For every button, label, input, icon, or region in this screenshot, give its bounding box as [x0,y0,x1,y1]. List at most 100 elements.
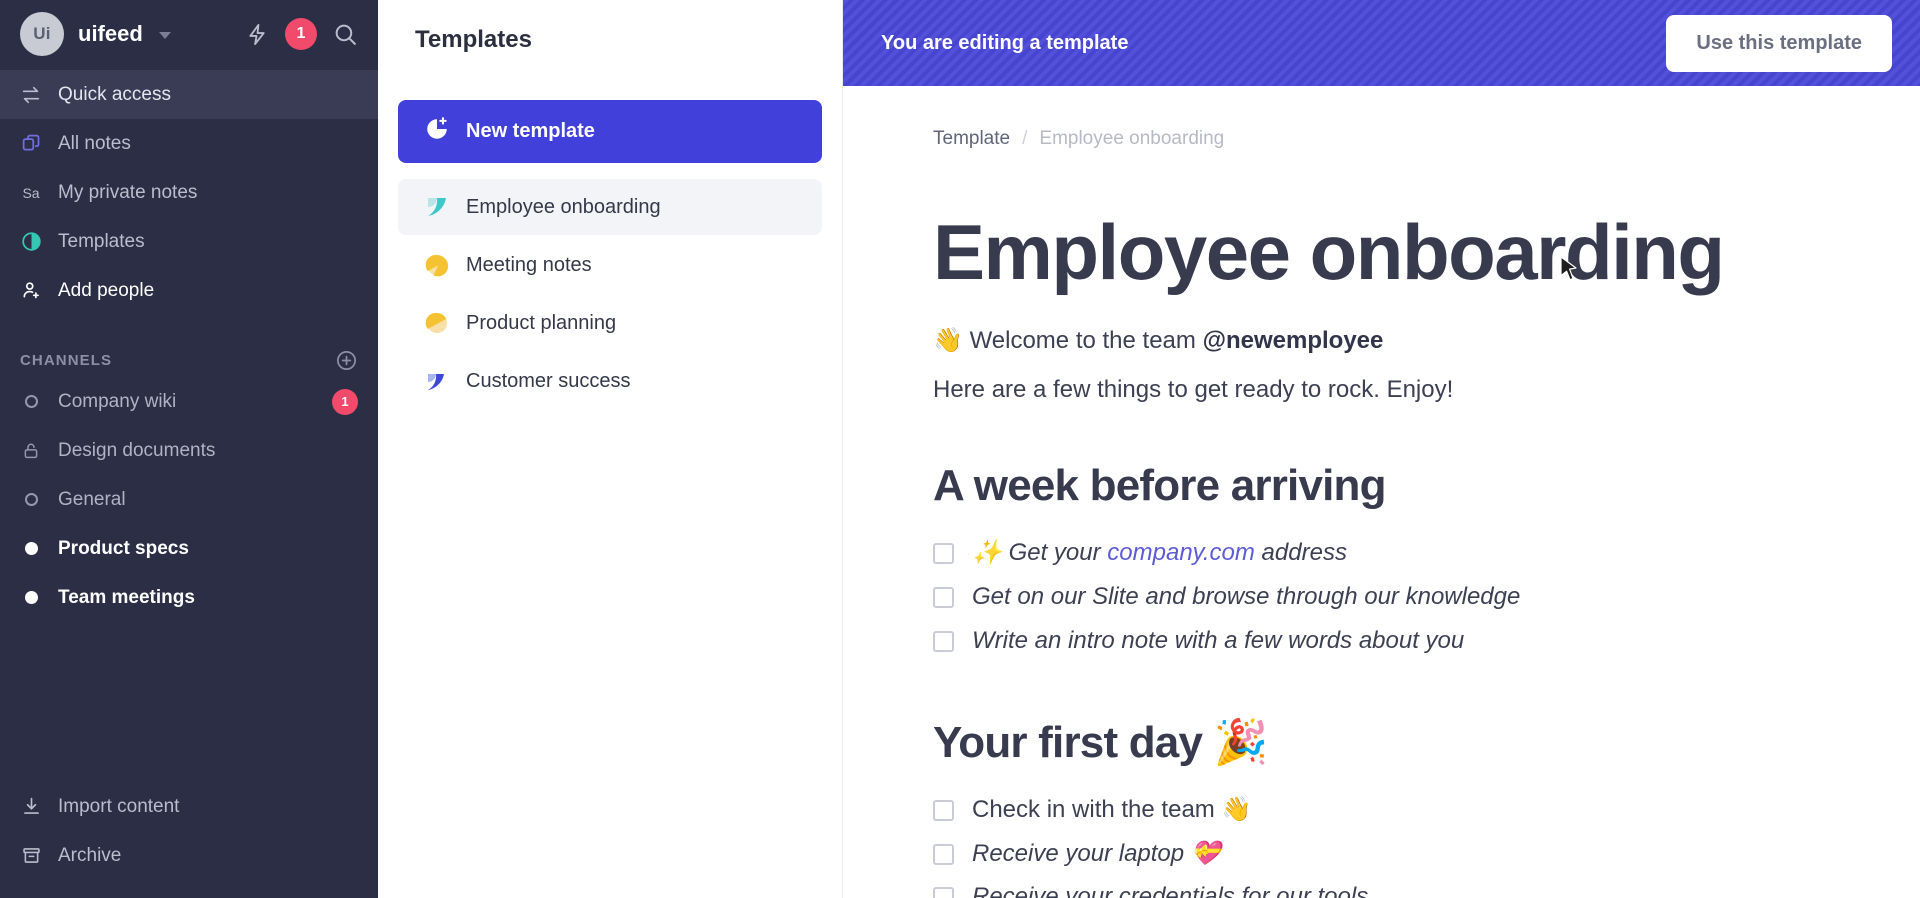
sidebar-item-label: Import content [58,795,180,817]
sidebar-item-archive[interactable]: Archive [0,831,378,880]
checkbox[interactable] [933,543,954,565]
sidebar-channel-product-specs[interactable]: Product specs [0,524,378,573]
half-circle-icon [20,231,42,253]
checklist-item[interactable]: ✨ Get your company.com address [933,531,1860,575]
sidebar-item-label: My private notes [58,181,198,203]
checklist-first-day: Check in with the team 👋 Receive your la… [933,788,1860,898]
checkbox[interactable] [933,630,954,652]
template-item-product-planning[interactable]: Product planning [398,295,822,351]
use-this-template-button[interactable]: Use this template [1666,14,1892,72]
channel-unread-badge: 1 [332,388,358,415]
sidebar-item-label: All notes [58,132,131,154]
checkbox[interactable] [933,800,954,822]
search-icon[interactable] [333,22,358,47]
text-badge-label: Sa [22,184,40,201]
template-item-employee-onboarding[interactable]: Employee onboarding [398,179,822,235]
new-template-icon [424,116,450,148]
sidebar-item-my-private-notes[interactable]: Sa My private notes [0,168,378,217]
circle-outline-icon [20,391,42,413]
page-title[interactable]: Employee onboarding [933,211,1860,294]
checklist-item[interactable]: Receive your credentials for our tools [933,875,1860,898]
text-badge-icon: Sa [20,182,42,204]
sidebar: Ui uifeed 1 Quick access All notes Sa My… [0,0,378,898]
breadcrumb: Template / Employee onboarding [933,128,1860,150]
app-root: Ui uifeed 1 Quick access All notes Sa My… [0,0,1920,898]
circle-outline-icon [20,489,42,511]
intro-text: Welcome to the team [969,326,1203,354]
checklist-item[interactable]: Write an intro note with a few words abo… [933,619,1860,663]
checklist-item-text: Get on our Slite and browse through our … [972,583,1521,611]
plus-circle-icon[interactable] [335,349,358,372]
template-item-label: Customer success [466,369,631,392]
circle-filled-icon [20,538,42,560]
channel-label: Product specs [58,537,189,559]
document-body: Template / Employee onboarding Employee … [843,86,1920,898]
channels-section-header: CHANNELS [0,343,378,377]
channel-label: General [58,488,126,510]
sidebar-channel-company-wiki[interactable]: Company wiki 1 [0,377,378,426]
notification-badge[interactable]: 1 [285,18,317,50]
intro-paragraph-2[interactable]: Here are a few things to get ready to ro… [933,373,1860,408]
breadcrumb-separator: / [1022,128,1028,149]
new-template-label: New template [466,120,595,142]
breadcrumb-current: Employee onboarding [1039,128,1225,149]
sidebar-item-label: Templates [58,230,145,252]
channel-label: Company wiki [58,390,177,412]
yellow-split-circle-icon [424,310,450,336]
sidebar-channel-design-documents[interactable]: Design documents [0,426,378,475]
templates-panel: Templates New template Employee onboardi… [378,0,843,898]
editing-banner: You are editing a template Use this temp… [843,0,1920,86]
checkbox[interactable] [933,587,954,609]
template-item-label: Employee onboarding [466,195,661,218]
primary-nav: Quick access All notes Sa My private not… [0,68,378,315]
sparkles-emoji: ✨ [972,539,1002,567]
sidebar-item-quick-access[interactable]: Quick access [0,70,378,119]
checklist-item-text: Receive your laptop 💝 [972,839,1221,867]
sidebar-item-templates[interactable]: Templates [0,217,378,266]
checklist-item-text: Write an intro note with a few words abo… [972,626,1465,654]
checklist-item[interactable]: Check in with the team 👋 [933,788,1860,832]
checkbox[interactable] [933,887,954,898]
channel-label: Team meetings [58,586,195,608]
link-company-com[interactable]: company.com [1107,539,1255,566]
checklist-item[interactable]: Get on our Slite and browse through our … [933,575,1860,619]
banner-message: You are editing a template [881,31,1129,54]
panel-title: Templates [415,26,532,53]
template-item-label: Product planning [466,311,617,334]
add-person-icon [20,280,42,302]
section-heading-first-day[interactable]: Your first day 🎉 [933,716,1860,768]
checklist-item-text: Receive your credentials for our tools [972,883,1369,898]
intro-paragraph[interactable]: 👋 Welcome to the team @newemployee [933,324,1860,359]
lock-icon [20,440,42,462]
sidebar-item-label: Quick access [58,83,171,105]
template-item-meeting-notes[interactable]: Meeting notes [398,237,822,293]
mention-newemployee[interactable]: @newemployee [1203,327,1384,354]
text-before: Get your [1008,539,1108,567]
checkbox[interactable] [933,843,954,865]
template-item-customer-success[interactable]: Customer success [398,353,822,409]
workspace-header[interactable]: Ui uifeed 1 [0,0,378,68]
channels-list: Company wiki 1 Design documents General … [0,377,378,622]
blue-quarter-circle-icon [424,368,450,394]
section-heading-week-before[interactable]: A week before arriving [933,461,1860,511]
workspace-name: uifeed [78,21,143,46]
party-popper-emoji: 🎉 [1213,718,1269,768]
text-after: address [1254,539,1347,567]
sidebar-item-all-notes[interactable]: All notes [0,119,378,168]
sidebar-channel-general[interactable]: General [0,475,378,524]
copy-stack-icon [20,133,42,155]
checklist-week-before: ✨ Get your company.com address Get on ou… [933,531,1860,662]
chevron-down-icon[interactable] [158,32,171,39]
new-template-button[interactable]: New template [398,100,822,163]
sidebar-channel-team-meetings[interactable]: Team meetings [0,573,378,622]
main-content: You are editing a template Use this temp… [843,0,1920,898]
lightning-bolt-icon[interactable] [246,22,269,47]
archive-box-icon [20,845,42,867]
sidebar-item-add-people[interactable]: Add people [0,266,378,315]
yellow-split-circle-icon [424,252,450,278]
sidebar-item-label: Add people [58,279,155,301]
heading-text: Your first day [933,718,1214,768]
checklist-item[interactable]: Receive your laptop 💝 [933,832,1860,876]
breadcrumb-parent[interactable]: Template [933,128,1010,150]
sidebar-item-import-content[interactable]: Import content [0,782,378,831]
